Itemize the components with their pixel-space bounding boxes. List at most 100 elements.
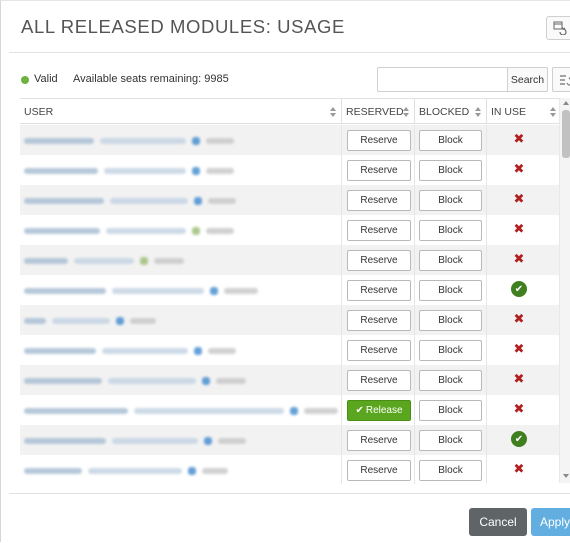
refresh-window-button[interactable] (546, 16, 570, 40)
reserve-button[interactable]: Reserve (347, 130, 411, 151)
search-input[interactable] (377, 67, 508, 92)
redacted-user-text (202, 377, 210, 385)
column-header-user[interactable]: USER (20, 99, 342, 124)
release-button[interactable]: ✔Release (347, 400, 411, 421)
reserve-button[interactable]: Reserve (347, 310, 411, 331)
redacted-user-text (100, 138, 186, 144)
reserve-button[interactable]: Reserve (347, 160, 411, 181)
block-button[interactable]: Block (419, 280, 482, 301)
status-valid-label: Valid (34, 73, 58, 85)
block-button[interactable]: Block (419, 130, 482, 151)
redacted-user-text (24, 228, 100, 234)
reserved-button-label: Reserve (360, 315, 397, 326)
redacted-user-text (112, 438, 198, 444)
redacted-user-text (24, 258, 68, 264)
redacted-user-text (24, 438, 106, 444)
reserve-button[interactable]: Reserve (347, 340, 411, 361)
reserve-button[interactable]: Reserve (347, 430, 411, 451)
redacted-user-text (24, 198, 104, 204)
block-button[interactable]: Block (419, 250, 482, 271)
reserve-button[interactable]: Reserve (347, 220, 411, 241)
redacted-user-text (134, 408, 284, 414)
table-row[interactable]: Reserve Block✖ (20, 305, 561, 335)
reserved-button-label: Reserve (360, 195, 397, 206)
blocked-cell: Block (415, 155, 487, 185)
block-button[interactable]: Block (419, 190, 482, 211)
user-cell (20, 365, 342, 395)
sort-icon (550, 107, 556, 117)
in-use-cell: ✖ (487, 215, 561, 245)
redacted-user-text (130, 318, 156, 324)
column-header-in-use[interactable]: IN USE (487, 99, 561, 124)
reserved-button-label: Reserve (360, 345, 397, 356)
not-in-use-x-icon: ✖ (511, 251, 527, 267)
table-row[interactable]: Reserve Block✔ (20, 425, 561, 455)
column-filter-button[interactable] (552, 67, 570, 92)
block-button[interactable]: Block (419, 310, 482, 331)
table-row[interactable]: Reserve Block ✖ (20, 245, 561, 275)
redacted-user-text (208, 198, 236, 204)
redacted-user-text (194, 197, 202, 205)
table-row[interactable]: ReserveBlock✖ (20, 155, 561, 185)
table-row[interactable]: ReserveBlock✖ (20, 455, 561, 484)
scroll-thumb[interactable] (562, 110, 570, 158)
column-header-reserved[interactable]: RESERVED (342, 99, 415, 124)
in-use-cell: ✔ (487, 425, 561, 455)
scroll-up-arrow-icon[interactable] (563, 101, 569, 105)
table-row[interactable]: Reserve Block✖ (20, 215, 561, 245)
redacted-user-text (208, 348, 236, 354)
table-scrollbar[interactable] (559, 98, 570, 483)
user-cell (20, 155, 342, 185)
reserved-cell: Reserve (342, 245, 415, 275)
blocked-cell: Block (415, 305, 487, 335)
table-row[interactable]: ReserveBlock✔ (20, 275, 561, 305)
reserve-button[interactable]: Reserve (347, 250, 411, 271)
redacted-user-text (206, 228, 234, 234)
column-header-blocked[interactable]: BLOCKED (415, 99, 487, 124)
reserve-button[interactable]: Reserve (347, 280, 411, 301)
cancel-button[interactable]: Cancel (469, 508, 527, 536)
scroll-down-arrow-icon[interactable] (563, 474, 569, 478)
redacted-user-text (112, 288, 204, 294)
reserved-button-label: Reserve (360, 135, 397, 146)
reserve-button[interactable]: Reserve (347, 190, 411, 211)
redacted-user-text (74, 258, 134, 264)
block-button[interactable]: Block (419, 160, 482, 181)
search-button[interactable]: Search (507, 67, 548, 92)
table-row[interactable]: ReserveBlock✖ (20, 335, 561, 365)
blocked-cell: Block (415, 185, 487, 215)
checkmark-icon: ✔ (355, 405, 363, 416)
table-row[interactable]: ReserveBlock✖ (20, 365, 561, 395)
redacted-user-text (202, 468, 228, 474)
block-button[interactable]: Block (419, 370, 482, 391)
dialog-footer: Cancel Apply (9, 493, 570, 543)
redacted-user-text (24, 288, 106, 294)
in-use-cell: ✖ (487, 245, 561, 275)
refresh-window-icon (553, 21, 567, 35)
reserve-button[interactable]: Reserve (347, 370, 411, 391)
apply-button[interactable]: Apply (531, 508, 570, 536)
table-row[interactable]: ✔ReleaseBlock✖ (20, 395, 561, 425)
in-use-cell: ✖ (487, 305, 561, 335)
usage-table: USER RESERVED BLOCKED IN USE Reserve Bloc… (20, 98, 570, 483)
block-button[interactable]: Block (419, 340, 482, 361)
block-button[interactable]: Block (419, 220, 482, 241)
block-button[interactable]: Block (419, 460, 482, 481)
redacted-user-text (24, 348, 96, 354)
reserved-cell: Reserve (342, 335, 415, 365)
block-button[interactable]: Block (419, 430, 482, 451)
blocked-cell: Block (415, 365, 487, 395)
blocked-cell: Block (415, 215, 487, 245)
reserved-button-label: Reserve (360, 465, 397, 476)
filter-columns-icon (559, 74, 570, 86)
reserve-button[interactable]: Reserve (347, 460, 411, 481)
table-row[interactable]: ReserveBlock✖ (20, 185, 561, 215)
redacted-user-text (116, 317, 124, 325)
redacted-user-text (206, 138, 234, 144)
not-in-use-x-icon: ✖ (511, 131, 527, 147)
block-button[interactable]: Block (419, 400, 482, 421)
user-cell (20, 185, 342, 215)
redacted-user-text (204, 437, 212, 445)
user-cell (20, 425, 342, 455)
table-row[interactable]: Reserve Block ✖ (20, 125, 561, 155)
